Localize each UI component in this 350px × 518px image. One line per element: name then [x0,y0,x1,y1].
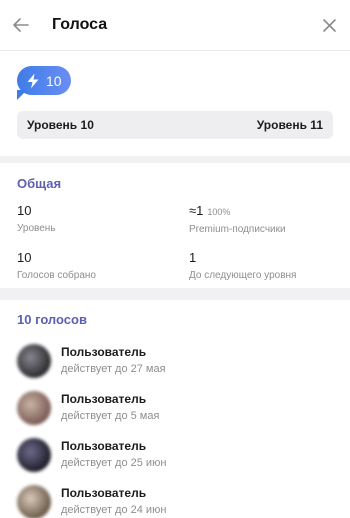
header-bar: Голоса [0,0,350,51]
overview-title: Общая [17,176,62,191]
current-level-label: Уровень 10 [27,118,94,132]
boost-badge-value: 10 [46,72,62,89]
stat-next-label: До следующего уровня [189,270,297,281]
lightning-icon [26,73,40,89]
stat-level: 10 Уровень [17,203,189,236]
user-name: Пользователь [61,345,147,359]
section-divider [0,288,350,300]
user-name: Пользователь [61,486,147,500]
avatar [17,484,51,518]
close-icon [322,18,336,32]
stat-next-value: 1 [189,250,197,265]
level-section: 10 Уровень 10 Уровень 11 [0,51,350,156]
stat-premium-value-row: ≈1 100% [189,203,333,220]
list-item-text: Пользователь действует до 5 мая [61,392,159,423]
boost-expiry: действует до 25 июн [61,457,167,469]
boosters-section: 10 голосов Пользователь действует до 27 … [0,300,350,518]
page-title: Голоса [52,16,108,33]
list-item-text: Пользователь действует до 24 июн [61,486,166,517]
stat-premium-percent: 100% [207,207,231,217]
boost-badge: 10 [17,66,71,95]
list-item[interactable]: Пользователь действует до 5 мая [17,384,333,431]
stat-collected: 10 Голосов собрано [17,250,189,282]
section-divider [0,156,350,163]
back-button[interactable] [1,0,41,50]
list-item-text: Пользователь действует до 25 июн [61,439,166,470]
boost-expiry: действует до 24 июн [61,504,167,516]
list-item[interactable]: Пользователь действует до 24 июн [17,478,333,518]
overview-section: Общая 10 Уровень ≈1 100% Premium-подписчи… [0,163,350,288]
user-name: Пользователь [61,392,147,406]
stat-level-value: 10 [17,203,32,218]
boost-expiry: действует до 5 мая [61,410,160,422]
booster-list: Пользователь действует до 27 мая Пользов… [17,337,333,518]
list-item[interactable]: Пользователь действует до 25 июн [17,431,333,478]
level-progress-bar: Уровень 10 Уровень 11 [17,111,333,139]
boosts-screen: Голоса 10 Уровень 10 Уровень 11 Общая 10 [0,0,350,518]
boost-expiry: действует до 27 мая [61,363,166,375]
stat-collected-value: 10 [17,250,32,265]
stat-premium: ≈1 100% Premium-подписчики [189,203,333,236]
arrow-left-icon [13,18,29,32]
list-item[interactable]: Пользователь действует до 27 мая [17,337,333,384]
boosters-title: 10 голосов [17,312,87,327]
user-name: Пользователь [61,439,147,453]
stat-premium-label: Premium-подписчики [189,224,286,235]
close-button[interactable] [309,0,349,50]
stat-collected-label: Голосов собрано [17,270,96,281]
stats-grid: 10 Уровень ≈1 100% Premium-подписчики 10 … [17,203,333,282]
stat-level-label: Уровень [17,223,56,234]
stat-next: 1 До следующего уровня [189,250,333,282]
stat-premium-value: ≈1 [189,203,204,218]
avatar [17,437,51,472]
list-item-text: Пользователь действует до 27 мая [61,345,166,376]
avatar [17,343,51,378]
avatar [17,390,51,425]
next-level-label: Уровень 11 [256,118,323,132]
